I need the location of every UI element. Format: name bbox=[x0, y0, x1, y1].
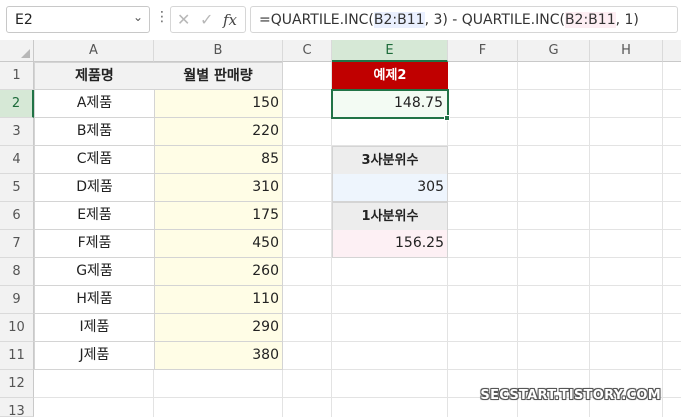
row-header-4[interactable]: 4 bbox=[0, 146, 34, 174]
row-header-12[interactable]: 12 bbox=[0, 370, 34, 398]
column-header-f[interactable]: F bbox=[448, 40, 518, 62]
example-title-cell[interactable]: 예제2 bbox=[332, 62, 448, 89]
product-name-cell[interactable]: D제품 bbox=[34, 174, 155, 202]
sales-cell[interactable]: 220 bbox=[155, 118, 283, 146]
q3-label-cell[interactable]: 3사분위수 bbox=[332, 146, 448, 175]
sales-cell[interactable]: 110 bbox=[155, 286, 283, 314]
q1-label-cell[interactable]: 1사분위수 bbox=[332, 202, 448, 231]
product-name-cell[interactable]: F제품 bbox=[34, 230, 155, 258]
product-name-cell[interactable]: B제품 bbox=[34, 118, 155, 146]
row-header-11[interactable]: 11 bbox=[0, 342, 34, 370]
gridline bbox=[517, 62, 518, 417]
formula-input[interactable]: =QUARTILE.INC(B2:B11, 3) - QUARTILE.INC(… bbox=[250, 6, 678, 33]
column-header-b[interactable]: B bbox=[154, 40, 283, 62]
q3-value-cell[interactable]: 305 bbox=[332, 174, 448, 202]
row-header-5[interactable]: 5 bbox=[0, 174, 34, 202]
row-header-9[interactable]: 9 bbox=[0, 286, 34, 314]
sales-cell[interactable]: 290 bbox=[155, 314, 283, 342]
product-name-cell[interactable]: J제품 bbox=[34, 342, 155, 370]
row-header-13[interactable]: 13 bbox=[0, 398, 34, 417]
watermark: SECSTART.TISTORY.COM bbox=[480, 388, 661, 403]
sales-cell[interactable]: 310 bbox=[155, 174, 283, 202]
sales-cell[interactable]: 85 bbox=[155, 146, 283, 174]
column-header-a[interactable]: A bbox=[34, 40, 154, 62]
formula-bar: E2 ⌄ ⋮ ✕ ✓ fx =QUARTILE.INC(B2:B11, 3) -… bbox=[0, 0, 681, 40]
formula-range-ref-2: B2:B11 bbox=[564, 12, 616, 28]
column-header-c[interactable]: C bbox=[283, 40, 332, 62]
product-name-cell[interactable]: G제품 bbox=[34, 258, 155, 286]
formula-buttons: ✕ ✓ fx bbox=[170, 6, 246, 33]
q1-value-cell[interactable]: 156.25 bbox=[332, 230, 448, 258]
insert-function-icon[interactable]: fx bbox=[223, 11, 237, 29]
product-name-cell[interactable]: E제품 bbox=[34, 202, 155, 230]
chevron-down-icon[interactable]: ⌄ bbox=[133, 10, 143, 24]
gridline bbox=[662, 62, 663, 417]
formula-suffix: , 1) bbox=[615, 12, 639, 28]
table-header-monthly-sales[interactable]: 월별 판매량 bbox=[154, 62, 283, 90]
gridline bbox=[589, 62, 590, 417]
worksheet-grid: A B C E F G H 1 2 3 4 5 6 7 8 9 10 11 12… bbox=[0, 40, 681, 417]
row-header-1[interactable]: 1 bbox=[0, 62, 34, 90]
formula-mid: , 3) - QUARTILE.INC( bbox=[424, 12, 565, 28]
check-icon[interactable]: ✓ bbox=[200, 10, 213, 29]
name-box[interactable]: E2 ⌄ bbox=[6, 6, 150, 33]
sales-cell[interactable]: 175 bbox=[155, 202, 283, 230]
cancel-icon[interactable]: ✕ bbox=[177, 10, 190, 29]
row-header-6[interactable]: 6 bbox=[0, 202, 34, 230]
sales-cell[interactable]: 150 bbox=[155, 90, 283, 118]
column-header-partial[interactable] bbox=[663, 40, 681, 62]
example-result-cell[interactable]: 148.75 bbox=[331, 89, 449, 119]
column-header-e[interactable]: E bbox=[332, 40, 448, 62]
formula-text: =QUARTILE.INC(B2:B11, 3) - QUARTILE.INC(… bbox=[259, 12, 639, 28]
product-name-cell[interactable]: I제품 bbox=[34, 314, 155, 342]
more-options-icon[interactable]: ⋮ bbox=[155, 9, 169, 25]
formula-range-ref-1: B2:B11 bbox=[373, 12, 425, 28]
product-name-cell[interactable]: A제품 bbox=[34, 90, 155, 118]
sales-cell[interactable]: 450 bbox=[155, 230, 283, 258]
sales-cell[interactable]: 260 bbox=[155, 258, 283, 286]
fill-handle[interactable] bbox=[444, 115, 450, 121]
row-header-3[interactable]: 3 bbox=[0, 118, 34, 146]
name-box-value: E2 bbox=[15, 12, 33, 28]
column-header-h[interactable]: H bbox=[590, 40, 663, 62]
row-header-2[interactable]: 2 bbox=[0, 90, 34, 118]
row-header-8[interactable]: 8 bbox=[0, 258, 34, 286]
column-header-g[interactable]: G bbox=[518, 40, 590, 62]
sales-cell[interactable]: 380 bbox=[155, 342, 283, 370]
row-header-7[interactable]: 7 bbox=[0, 230, 34, 258]
formula-prefix: =QUARTILE.INC( bbox=[259, 12, 374, 28]
product-name-cell[interactable]: H제품 bbox=[34, 286, 155, 314]
select-all-corner[interactable] bbox=[0, 40, 34, 62]
row-header-10[interactable]: 10 bbox=[0, 314, 34, 342]
table-header-product[interactable]: 제품명 bbox=[34, 62, 155, 90]
product-name-cell[interactable]: C제품 bbox=[34, 146, 155, 174]
select-all-triangle-icon bbox=[21, 49, 30, 58]
